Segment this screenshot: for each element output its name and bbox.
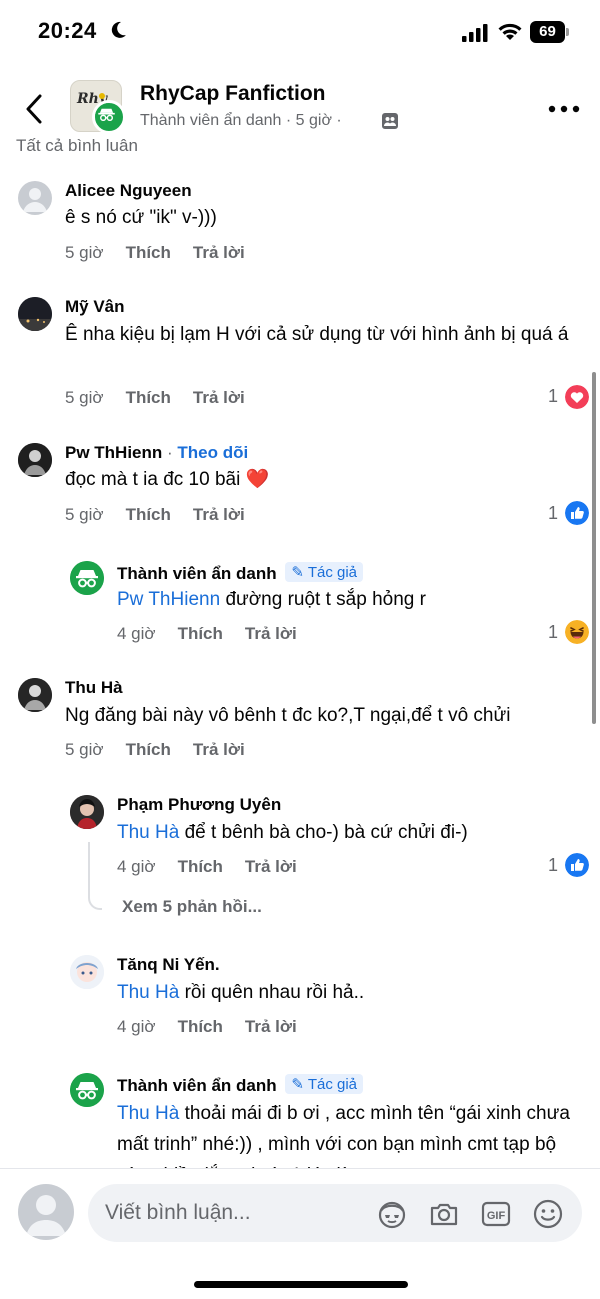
comment-composer: Viết bình luận... GIF xyxy=(0,1168,600,1299)
author-badge-label: Tác giả xyxy=(307,1076,358,1093)
comment-text: Thu Hà thoải mái đi b ơi , acc mình tên … xyxy=(117,1098,577,1168)
comment-author[interactable]: Thành viên ẩn danh ✎ Tác giả xyxy=(117,1074,364,1096)
user-avatar[interactable] xyxy=(18,1184,74,1240)
comment-body: thoải mái đi b ơi , acc mình tên “gái xi… xyxy=(117,1103,570,1168)
avatar-sticker-icon[interactable] xyxy=(376,1198,408,1230)
anonymous-member-icon[interactable] xyxy=(70,1073,104,1107)
comment-author-name[interactable]: Thành viên ẩn danh xyxy=(117,1076,277,1095)
camera-icon[interactable] xyxy=(428,1198,460,1230)
comment-input-placeholder: Viết bình luận... xyxy=(105,1201,251,1224)
mention-link[interactable]: Thu Hà xyxy=(117,1103,179,1124)
comment-input[interactable]: Viết bình luận... GIF xyxy=(88,1184,582,1242)
svg-text:GIF: GIF xyxy=(487,1210,506,1222)
home-indicator[interactable] xyxy=(194,1281,408,1288)
emoji-icon[interactable] xyxy=(532,1198,564,1230)
author-badge: ✎ Tác giả xyxy=(285,1074,364,1094)
reply-comment: Thành viên ẩn danh ✎ Tác giả Thu Hà thoả… xyxy=(0,0,600,1168)
gif-icon[interactable]: GIF xyxy=(480,1198,512,1230)
